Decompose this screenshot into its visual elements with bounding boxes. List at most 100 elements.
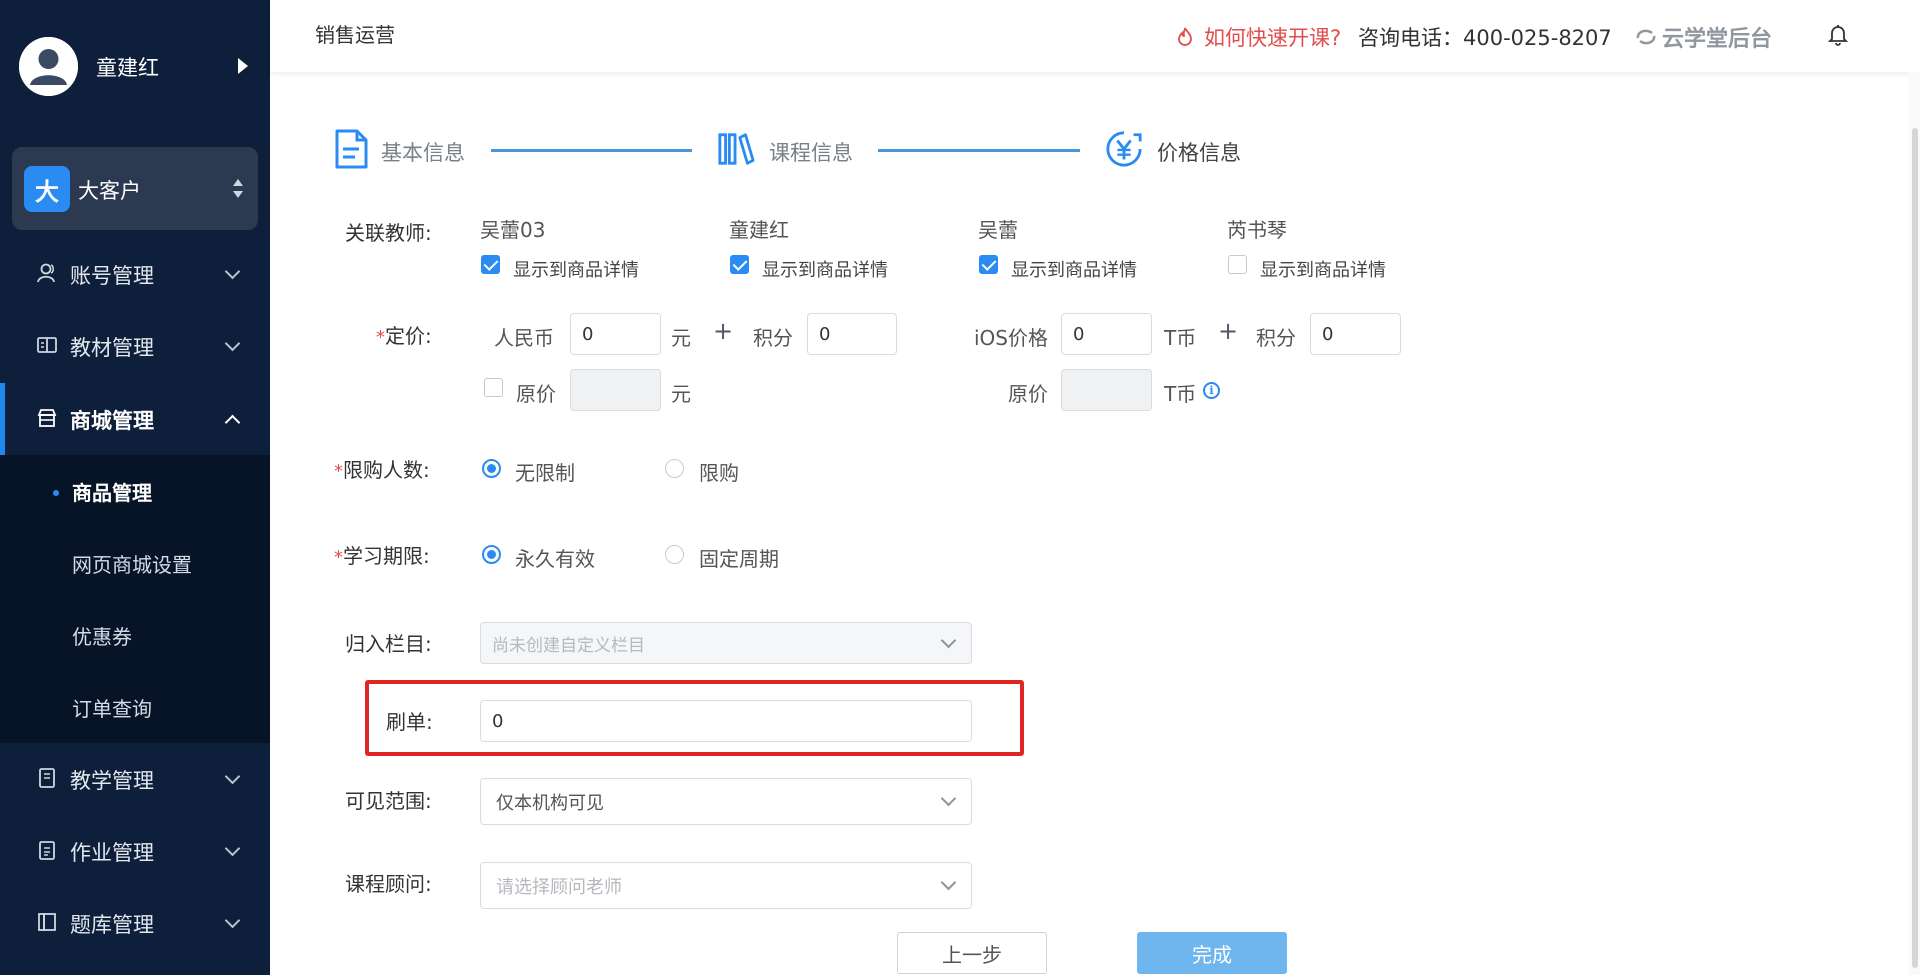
- column-placeholder: 尚未创建自定义栏目: [492, 635, 645, 656]
- period-permanent-radio[interactable]: [482, 545, 501, 564]
- ios-price-input[interactable]: 0: [1061, 313, 1152, 355]
- visibility-select[interactable]: 仅本机构可见: [480, 778, 972, 825]
- org-name: 大客户: [78, 179, 141, 203]
- top-bar: 销售运营 如何快速开课? 咨询电话：400-025-8207 云学堂后台: [270, 0, 1920, 72]
- chevron-down-icon: [224, 768, 241, 785]
- price-label-text: 定价:: [385, 324, 432, 348]
- shop-icon: [37, 409, 57, 427]
- advisor-placeholder: 请选择顾问老师: [496, 876, 622, 898]
- org-switcher[interactable]: 大 大客户: [12, 147, 258, 230]
- chevron-up-icon: [224, 414, 241, 431]
- sidebar-item-product-management[interactable]: 商品管理: [0, 455, 270, 527]
- sidebar-item-order-query[interactable]: 订单查询: [0, 671, 270, 743]
- ios-points-label: 积分: [1256, 326, 1296, 350]
- checkbox-label: 显示到商品详情: [513, 260, 639, 281]
- sidebar-item-web-mall-settings[interactable]: 网页商城设置: [0, 527, 270, 599]
- sidebar-item-label: 作业管理: [70, 841, 154, 865]
- fake-orders-input[interactable]: 0: [480, 700, 972, 742]
- points-label: 积分: [753, 326, 793, 350]
- rmb-price-input[interactable]: 0: [570, 313, 661, 355]
- finish-button[interactable]: 完成: [1137, 932, 1287, 974]
- period-fixed-radio[interactable]: [665, 545, 684, 564]
- chevron-down-icon: [940, 874, 957, 891]
- user-name: 童建红: [96, 56, 159, 80]
- chevron-down-icon: [224, 263, 241, 280]
- step-price-info[interactable]: 价格信息: [1105, 128, 1255, 172]
- avatar: [19, 37, 78, 96]
- yuan-icon: [1106, 131, 1142, 167]
- ios-price-label: iOS价格: [974, 326, 1048, 350]
- bell-icon[interactable]: [1827, 22, 1849, 46]
- sidebar-item-homework[interactable]: 作业管理: [0, 815, 270, 887]
- page-title: 销售运营: [315, 23, 395, 47]
- advisor-select[interactable]: 请选择顾问老师: [480, 862, 972, 909]
- submenu-mall: 商品管理 网页商城设置 优惠券 订单查询: [0, 455, 270, 743]
- sidebar-item-coupons[interactable]: 优惠券: [0, 599, 270, 671]
- original-price-input[interactable]: [570, 369, 661, 411]
- yuan-unit: 元: [671, 326, 691, 350]
- user-profile[interactable]: 童建红: [0, 0, 270, 135]
- sort-arrows-icon: [232, 177, 244, 203]
- sidebar-item-teaching[interactable]: 教学管理: [0, 743, 270, 815]
- caret-right-icon[interactable]: [238, 58, 248, 74]
- points-input[interactable]: 0: [807, 313, 897, 355]
- purchase-limit-label: *限购人数:: [334, 454, 430, 483]
- clipboard-icon: [39, 841, 55, 860]
- notebook-icon: [39, 768, 55, 788]
- required-mark: *: [334, 547, 343, 568]
- chevron-down-icon: [224, 840, 241, 857]
- ios-points-input[interactable]: 0: [1310, 313, 1401, 355]
- books-icon: [718, 133, 755, 165]
- step-label: 基本信息: [381, 141, 465, 165]
- tcoin-unit: T币: [1164, 382, 1197, 406]
- checkbox-label: 显示到商品详情: [1260, 260, 1386, 281]
- info-icon[interactable]: i: [1203, 382, 1220, 399]
- contact-phone: 咨询电话：400-025-8207: [1358, 26, 1612, 50]
- library-icon: [38, 913, 56, 931]
- price-label: *定价:: [376, 320, 432, 349]
- plus-sign: +: [1218, 317, 1239, 345]
- ios-original-price-input[interactable]: [1061, 369, 1152, 411]
- limit-limited-radio[interactable]: [665, 459, 684, 478]
- help-link[interactable]: 如何快速开课?: [1204, 22, 1341, 52]
- sidebar-item-question-bank[interactable]: 题库管理: [0, 887, 270, 959]
- step-basic-info[interactable]: 基本信息: [333, 128, 483, 172]
- chevron-down-icon: [224, 912, 241, 929]
- teacher-name: 芮书琴: [1227, 218, 1287, 242]
- required-mark: *: [376, 327, 385, 348]
- show-detail-checkbox[interactable]: [730, 255, 749, 274]
- teacher-name: 吴蕾: [978, 218, 1018, 242]
- step-label: 课程信息: [769, 141, 853, 165]
- scrollbar-thumb[interactable]: [1912, 128, 1918, 968]
- tcoin-unit: T币: [1164, 326, 1197, 350]
- document-icon: [335, 129, 368, 169]
- sidebar-item-label: 题库管理: [70, 913, 154, 937]
- submenu-label: 优惠券: [72, 625, 132, 649]
- radio-label: 永久有效: [515, 547, 595, 571]
- fire-icon: [1178, 27, 1192, 46]
- user-avatar-icon: [19, 37, 78, 96]
- yuan-unit: 元: [671, 382, 691, 406]
- sidebar-item-account[interactable]: 账号管理: [0, 238, 270, 310]
- original-price-checkbox[interactable]: [484, 378, 503, 397]
- study-period-label-text: 学习期限:: [343, 544, 430, 568]
- sidebar-item-label: 商城管理: [70, 409, 154, 433]
- limit-unlimited-radio[interactable]: [482, 459, 501, 478]
- active-dot-icon: [53, 490, 59, 496]
- step-course-info[interactable]: 课程信息: [717, 128, 867, 172]
- show-detail-checkbox[interactable]: [481, 255, 500, 274]
- sidebar-item-label: 教材管理: [70, 336, 154, 360]
- previous-step-button[interactable]: 上一步: [897, 932, 1047, 974]
- sidebar-item-textbook[interactable]: 教材管理: [0, 310, 270, 382]
- radio-label: 限购: [699, 461, 739, 485]
- column-select[interactable]: 尚未创建自定义栏目: [480, 622, 972, 664]
- sidebar: 童建红 大 大客户 账号管理 教材管理 商城管理 商品管理 网页商城设置 优惠券: [0, 0, 270, 975]
- checkbox-label: 显示到商品详情: [1011, 260, 1137, 281]
- radio-label: 无限制: [515, 461, 575, 485]
- teacher-name: 吴蕾03: [480, 218, 546, 242]
- show-detail-checkbox[interactable]: [979, 255, 998, 274]
- show-detail-checkbox[interactable]: [1228, 255, 1247, 274]
- sidebar-item-mall[interactable]: 商城管理: [0, 383, 270, 455]
- purchase-limit-label-text: 限购人数:: [343, 458, 430, 482]
- chevron-down-icon: [940, 790, 957, 807]
